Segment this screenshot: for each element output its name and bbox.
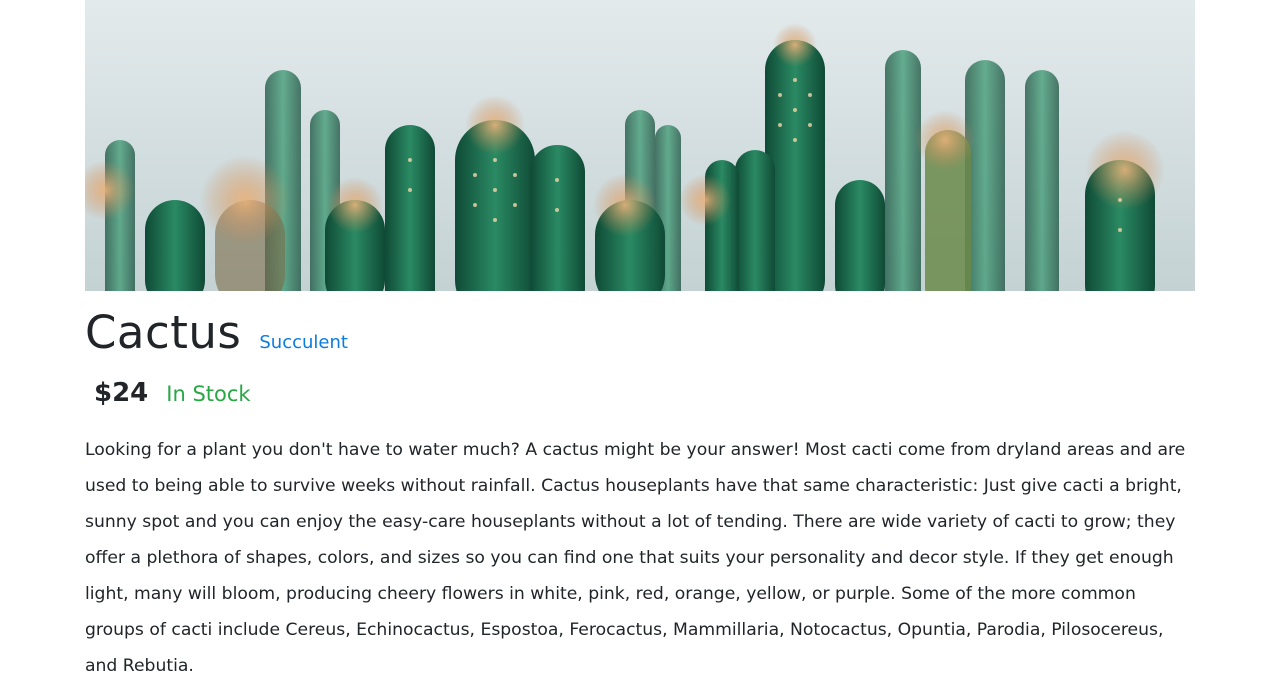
product-hero-image: [85, 0, 1195, 291]
cactus-photo: [85, 0, 1195, 291]
product-title: Cactus: [85, 306, 242, 359]
stock-status-badge: In Stock: [166, 382, 251, 406]
product-description: Looking for a plant you don't have to wa…: [85, 440, 1186, 676]
product-price: $24: [94, 378, 149, 408]
product-page: Cactus Succulent $24 In Stock Looking fo…: [0, 0, 1280, 692]
price-row: $24 In Stock: [94, 378, 251, 408]
product-title-row: Cactus Succulent: [85, 306, 348, 366]
category-link[interactable]: Succulent: [259, 332, 348, 353]
